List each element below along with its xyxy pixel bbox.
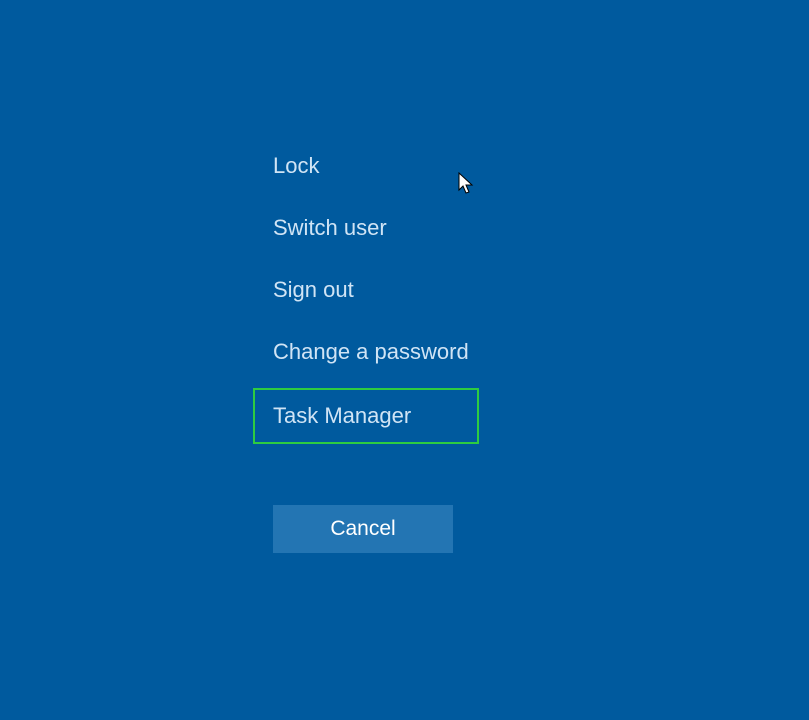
- cancel-button[interactable]: Cancel: [273, 505, 453, 553]
- menu-item-task-manager[interactable]: Task Manager: [253, 388, 479, 444]
- menu-item-change-password[interactable]: Change a password: [273, 321, 479, 383]
- security-options-menu: Lock Switch user Sign out Change a passw…: [273, 135, 479, 449]
- menu-item-sign-out[interactable]: Sign out: [273, 259, 479, 321]
- menu-item-switch-user[interactable]: Switch user: [273, 197, 479, 259]
- menu-item-lock[interactable]: Lock: [273, 135, 479, 197]
